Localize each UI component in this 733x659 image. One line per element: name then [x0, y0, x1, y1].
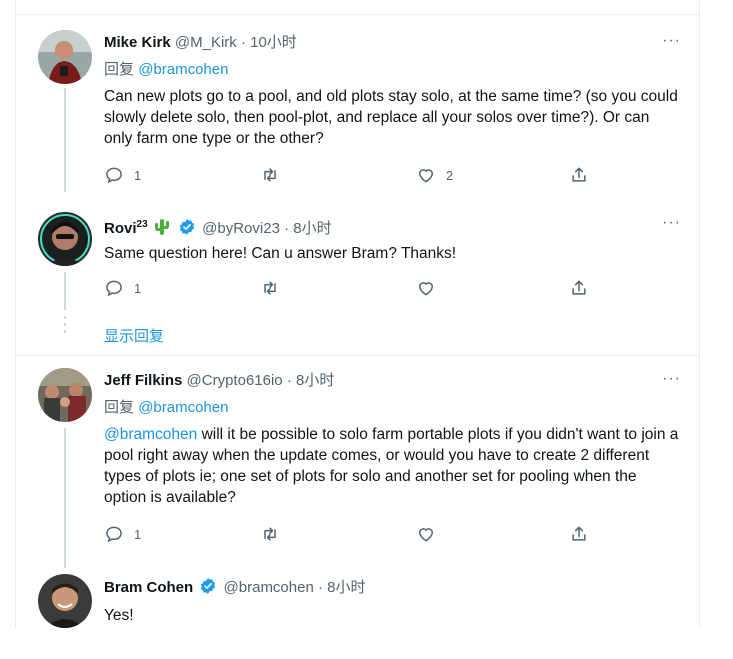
- share-button[interactable]: [569, 165, 589, 185]
- timestamp[interactable]: 10小时: [250, 34, 297, 51]
- reply-icon: [106, 280, 122, 297]
- heart-icon: [418, 282, 434, 296]
- retweet-button[interactable]: [260, 524, 280, 544]
- reply-count: 1: [134, 167, 142, 183]
- more-options-icon[interactable]: ···: [662, 370, 681, 388]
- replying-to: 回复 @bramcohen: [104, 398, 228, 418]
- separator-dot: ·: [240, 34, 246, 51]
- thread-line: [64, 88, 66, 192]
- verified-badge-icon: [178, 218, 196, 242]
- thread-line: [64, 428, 66, 568]
- divider: [16, 355, 699, 356]
- reply-icon: [106, 167, 122, 184]
- reply-icon: [106, 526, 122, 543]
- reply-prefix: 回复: [104, 61, 135, 78]
- tweet-header: Jeff Filkins @Crypto616io · 8小时: [104, 371, 334, 391]
- retweet-icon: [264, 168, 276, 182]
- like-button[interactable]: [416, 524, 436, 544]
- tweet-text: Same question here! Can u answer Bram? T…: [104, 245, 457, 262]
- reply-count: 1: [134, 280, 142, 296]
- share-button[interactable]: [569, 524, 589, 544]
- tweet-text: Can new plots go to a pool, and old plot…: [104, 88, 678, 147]
- avatar[interactable]: [38, 30, 92, 84]
- retweet-button[interactable]: [260, 165, 280, 185]
- like-count: 2: [446, 167, 454, 183]
- show-replies-link[interactable]: 显示回复: [104, 325, 164, 346]
- share-icon: [572, 280, 586, 295]
- avatar[interactable]: [38, 212, 92, 266]
- reply-button[interactable]: 1: [104, 524, 141, 544]
- replying-to: 回复 @bramcohen: [104, 60, 228, 80]
- reply-mention-link[interactable]: @bramcohen: [138, 399, 228, 416]
- heart-icon: [418, 169, 434, 183]
- name-superscript: 23: [136, 219, 148, 230]
- reply-button[interactable]: 1: [104, 278, 141, 298]
- more-options-icon[interactable]: ···: [662, 32, 681, 50]
- tweet-thread: Mike Kirk @M_Kirk · 10小时 ··· 回复 @bramcoh…: [15, 0, 700, 628]
- thread-line: [64, 272, 66, 310]
- share-icon: [572, 167, 586, 182]
- tweet-header: Rovi23 @byRovi23 · 8小时: [104, 215, 332, 242]
- like-button[interactable]: 2: [416, 165, 453, 185]
- share-icon: [572, 526, 586, 541]
- retweet-icon: [264, 527, 276, 541]
- avatar[interactable]: [38, 368, 92, 422]
- like-button[interactable]: [416, 278, 436, 298]
- tweet-actions: 1 2: [104, 165, 664, 189]
- author-name[interactable]: Bram Cohen: [104, 579, 193, 596]
- author-handle[interactable]: @M_Kirk: [175, 34, 237, 51]
- tweet-text: Yes!: [104, 607, 134, 624]
- body-mention-link[interactable]: @bramcohen: [104, 426, 197, 443]
- verified-badge-icon: [199, 577, 217, 601]
- author-handle[interactable]: @bramcohen: [224, 579, 314, 596]
- separator-dot: ·: [284, 220, 290, 237]
- timestamp[interactable]: 8小时: [296, 372, 334, 389]
- avatar[interactable]: [38, 574, 92, 628]
- separator-dot: ·: [286, 372, 292, 389]
- reply-prefix: 回复: [104, 399, 135, 416]
- timestamp[interactable]: 8小时: [293, 220, 331, 237]
- reply-count: 1: [134, 526, 142, 542]
- share-button[interactable]: [569, 278, 589, 298]
- divider: [16, 14, 699, 15]
- author-handle[interactable]: @Crypto616io: [187, 372, 283, 389]
- page-background: [0, 628, 733, 659]
- tweet-actions: 1: [104, 278, 664, 302]
- reply-button[interactable]: 1: [104, 165, 141, 185]
- author-name[interactable]: Mike Kirk: [104, 34, 171, 51]
- cactus-icon: [154, 218, 170, 242]
- reply-mention-link[interactable]: @bramcohen: [138, 61, 228, 78]
- heart-icon: [418, 528, 434, 542]
- more-options-icon[interactable]: ···: [662, 214, 681, 232]
- author-name[interactable]: Jeff Filkins: [104, 372, 182, 389]
- tweet-header: Mike Kirk @M_Kirk · 10小时: [104, 33, 297, 53]
- tweet-actions: 1: [104, 524, 664, 548]
- retweet-icon: [264, 281, 276, 295]
- thread-gap-indicator: [64, 316, 66, 337]
- tweet-header: Bram Cohen @bramcohen · 8小时: [104, 577, 366, 601]
- timestamp[interactable]: 8小时: [327, 579, 365, 596]
- author-name[interactable]: Rovi23: [104, 219, 148, 237]
- retweet-button[interactable]: [260, 278, 280, 298]
- separator-dot: ·: [317, 579, 323, 596]
- tweet-text: @bramcohen will it be possible to solo f…: [104, 426, 679, 506]
- author-handle[interactable]: @byRovi23: [202, 220, 280, 237]
